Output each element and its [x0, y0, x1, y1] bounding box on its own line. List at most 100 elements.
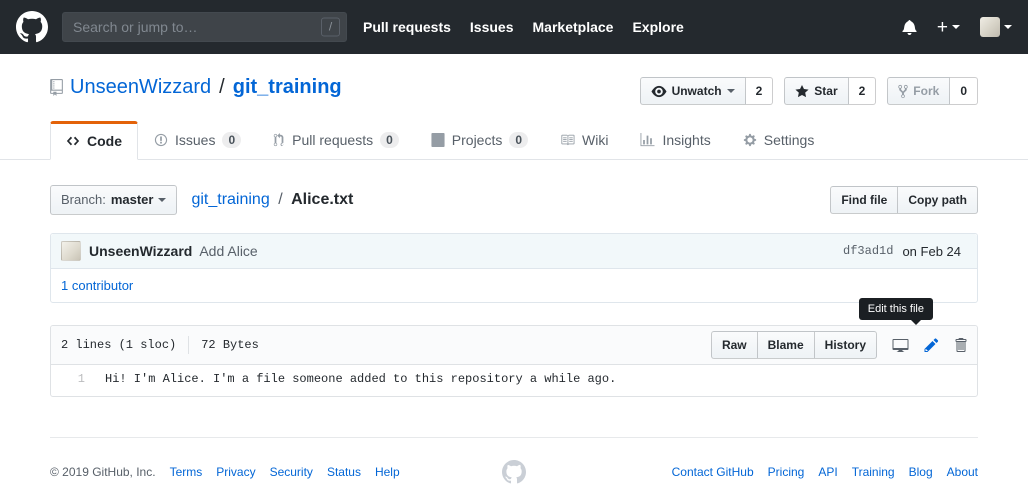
stargazers-count[interactable]: 2	[849, 77, 877, 105]
tab-issues[interactable]: Issues 0	[138, 121, 257, 159]
header-right: +	[902, 17, 1012, 37]
commit-date: on Feb 24	[902, 244, 961, 259]
footer-link-training[interactable]: Training	[852, 465, 895, 479]
file-navigation: Branch: master git_training / Alice.txt …	[50, 185, 978, 215]
commit-author-link[interactable]: UnseenWizzard	[89, 243, 192, 259]
footer-link-api[interactable]: API	[818, 465, 837, 479]
star-button[interactable]: Star	[784, 77, 848, 105]
main-content: Branch: master git_training / Alice.txt …	[50, 185, 978, 479]
repo-icon	[50, 79, 63, 96]
book-icon	[560, 133, 575, 147]
fork-button[interactable]: Fork	[887, 77, 950, 105]
tab-settings-label: Settings	[764, 132, 815, 148]
history-button[interactable]: History	[814, 331, 877, 359]
eye-icon	[651, 84, 667, 99]
open-in-desktop-icon[interactable]	[892, 337, 909, 353]
raw-blame-history-group: Raw Blame History	[711, 331, 877, 359]
breadcrumb-file-name: Alice.txt	[291, 191, 353, 208]
issues-counter: 0	[222, 132, 241, 148]
nav-marketplace[interactable]: Marketplace	[533, 19, 614, 35]
nav-pull-requests[interactable]: Pull requests	[363, 19, 451, 35]
file-info-divider	[188, 336, 189, 354]
repo-header-section: UnseenWizzard / git_training Unwatch 2	[0, 54, 1028, 160]
create-new-menu[interactable]: +	[937, 18, 960, 37]
repo-owner-link[interactable]: UnseenWizzard	[70, 76, 211, 99]
file-header-bar: 2 lines (1 sloc) 72 Bytes Raw Blame Hist…	[51, 326, 977, 365]
footer-link-pricing[interactable]: Pricing	[768, 465, 805, 479]
search-input[interactable]	[62, 12, 347, 42]
file-size: 72 Bytes	[201, 338, 259, 352]
user-avatar	[980, 17, 1000, 37]
file-viewer: Edit this file 2 lines (1 sloc) 72 Bytes…	[50, 325, 978, 397]
breadcrumb-separator: /	[278, 191, 282, 208]
find-file-button[interactable]: Find file	[830, 186, 898, 214]
latest-commit-box: UnseenWizzard Add Alice df3ad1d on Feb 2…	[50, 233, 978, 303]
pull-requests-counter: 0	[380, 132, 399, 148]
file-lines-info: 2 lines (1 sloc)	[61, 338, 176, 352]
delete-file-trash-icon[interactable]	[954, 337, 967, 353]
tab-wiki-label: Wiki	[582, 132, 608, 148]
forks-count[interactable]: 0	[950, 77, 978, 105]
repo-actions: Unwatch 2 Star 2 Fork	[640, 77, 978, 105]
breadcrumb-repo-link[interactable]: git_training	[191, 191, 269, 208]
issue-icon	[154, 133, 168, 147]
contributors-link[interactable]: 1 contributor	[61, 278, 133, 293]
repo-tabs: Code Issues 0 Pull requests 0 Projects 0…	[50, 121, 978, 159]
graph-icon	[640, 133, 655, 147]
top-header: / Pull requests Issues Marketplace Explo…	[0, 0, 1028, 54]
repo-name-link[interactable]: git_training	[233, 76, 342, 99]
github-logo-icon[interactable]	[16, 11, 48, 43]
gear-icon	[743, 133, 757, 147]
watchers-count[interactable]: 2	[746, 77, 774, 105]
caret-down-icon	[727, 89, 735, 93]
nav-issues[interactable]: Issues	[470, 19, 514, 35]
commit-sha-link[interactable]: df3ad1d	[843, 244, 893, 258]
footer-github-logo-icon[interactable]	[502, 460, 526, 484]
tab-code-label: Code	[87, 133, 122, 149]
fork-icon	[898, 84, 908, 99]
footer-link-help[interactable]: Help	[375, 465, 400, 479]
code-icon	[66, 134, 80, 148]
copyright-text: © 2019 GitHub, Inc.	[50, 465, 156, 479]
branch-label: Branch:	[61, 190, 106, 210]
footer-link-blog[interactable]: Blog	[909, 465, 933, 479]
tab-code[interactable]: Code	[50, 121, 138, 160]
footer-link-privacy[interactable]: Privacy	[216, 465, 255, 479]
tab-insights[interactable]: Insights	[624, 121, 726, 159]
raw-button[interactable]: Raw	[711, 331, 758, 359]
caret-down-icon	[952, 25, 960, 29]
tab-projects[interactable]: Projects 0	[415, 121, 544, 159]
code-line: 1 Hi! I'm Alice. I'm a file someone adde…	[51, 369, 977, 389]
projects-counter: 0	[509, 132, 528, 148]
repo-title-separator: /	[219, 76, 225, 99]
nav-explore[interactable]: Explore	[632, 19, 683, 35]
footer-link-contact[interactable]: Contact GitHub	[672, 465, 754, 479]
notifications-bell-icon[interactable]	[902, 19, 917, 35]
tab-settings[interactable]: Settings	[727, 121, 831, 159]
footer-link-terms[interactable]: Terms	[170, 465, 203, 479]
line-number[interactable]: 1	[51, 369, 93, 389]
footer-link-security[interactable]: Security	[270, 465, 313, 479]
branch-name: master	[111, 190, 154, 210]
edit-file-pencil-icon[interactable]	[924, 337, 939, 353]
copy-path-button[interactable]: Copy path	[897, 186, 978, 214]
search-box: /	[62, 12, 347, 42]
file-content: 1 Hi! I'm Alice. I'm a file someone adde…	[51, 365, 977, 396]
repo-title: UnseenWizzard / git_training	[50, 76, 342, 99]
tab-wiki[interactable]: Wiki	[544, 121, 624, 159]
commit-author-avatar[interactable]	[61, 241, 81, 261]
unwatch-button[interactable]: Unwatch	[640, 77, 746, 105]
header-nav: Pull requests Issues Marketplace Explore	[363, 19, 684, 35]
edit-file-tooltip: Edit this file	[859, 298, 933, 320]
blame-button[interactable]: Blame	[757, 331, 815, 359]
commit-message-link[interactable]: Add Alice	[199, 243, 257, 259]
tab-pull-requests[interactable]: Pull requests 0	[257, 121, 415, 159]
footer-link-about[interactable]: About	[947, 465, 978, 479]
user-avatar-menu[interactable]	[980, 17, 1012, 37]
pull-request-icon	[273, 133, 285, 147]
caret-down-icon	[158, 198, 166, 202]
footer-link-status[interactable]: Status	[327, 465, 361, 479]
branch-select-button[interactable]: Branch: master	[50, 185, 177, 215]
fork-label: Fork	[913, 81, 939, 101]
line-content: Hi! I'm Alice. I'm a file someone added …	[93, 369, 616, 389]
